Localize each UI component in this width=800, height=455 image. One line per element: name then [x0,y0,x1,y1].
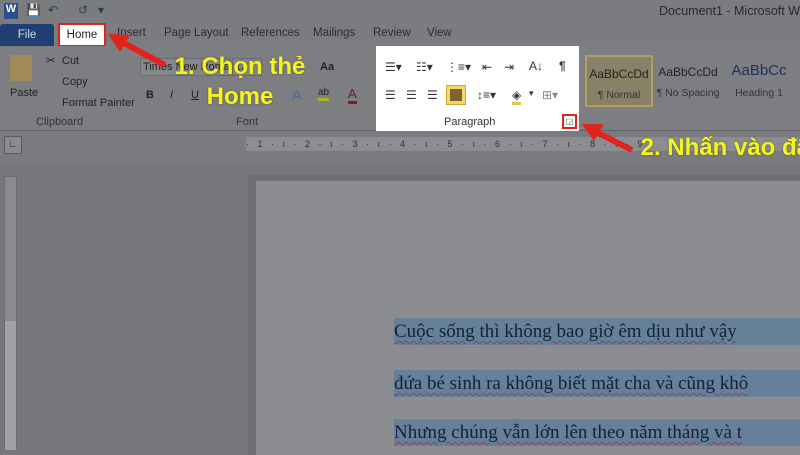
arrow-to-home [108,34,167,68]
annotation-step-1: 1. Chọn thẻ Home [174,53,306,110]
annotation-step-2: 2. Nhấn vào đây [640,134,800,161]
annotation-arrows [108,34,634,153]
arrow-to-launcher [582,124,634,153]
